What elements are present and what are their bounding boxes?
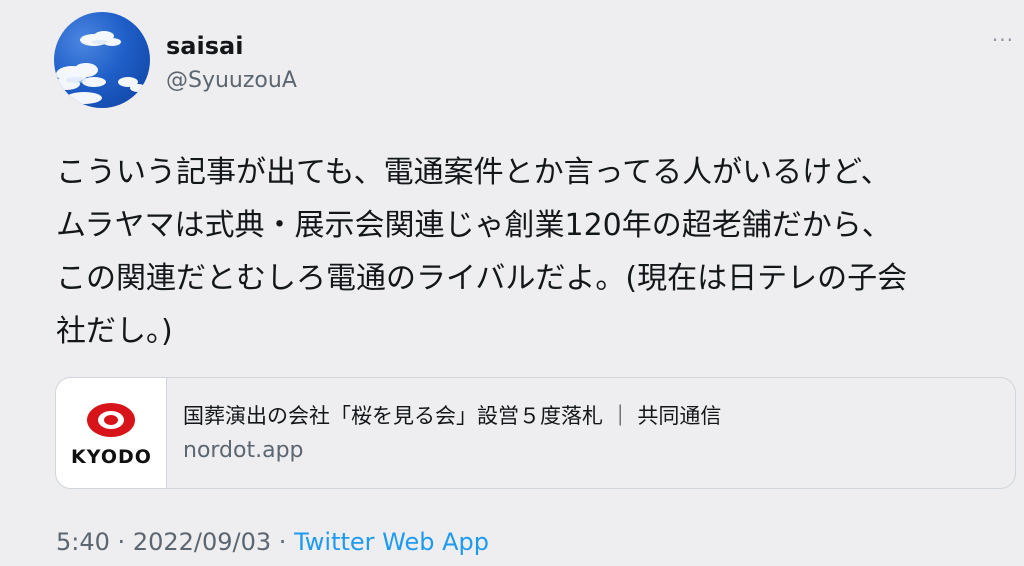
avatar[interactable] — [54, 12, 150, 108]
separator: · — [278, 528, 287, 556]
card-thumbnail: KYODO — [56, 378, 167, 488]
separator: · — [117, 528, 126, 556]
tweet-footer: 5:40 · 2022/09/03 · Twitter Web App — [56, 528, 489, 556]
sky-clouds-image — [54, 31, 146, 104]
kyodo-logo-text: KYODO — [71, 446, 152, 468]
link-card[interactable]: KYODO 国葬演出の会社「桜を見る会」設営５度落札 ｜ 共同通信 nordot… — [55, 377, 1016, 489]
tweet-text: こういう記事が出ても、電通案件とか言ってる人がいるけど、 ムラヤマは式典・展示会… — [56, 155, 908, 349]
display-name[interactable]: saisai — [166, 32, 243, 60]
user-handle[interactable]: @SyuuzouA — [166, 68, 297, 93]
card-domain: nordot.app — [183, 438, 304, 463]
tweet-header: saisai @SyuuzouA ··· — [54, 12, 1024, 112]
kyodo-logo-icon — [87, 403, 135, 437]
tweet-time[interactable]: 5:40 — [56, 528, 110, 556]
tweet-source-link[interactable]: Twitter Web App — [294, 528, 489, 556]
more-options-icon[interactable]: ··· — [992, 30, 1014, 50]
card-title[interactable]: 国葬演出の会社「桜を見る会」設営５度落札 ｜ 共同通信 — [183, 400, 721, 430]
tweet-date[interactable]: 2022/09/03 — [133, 528, 271, 556]
